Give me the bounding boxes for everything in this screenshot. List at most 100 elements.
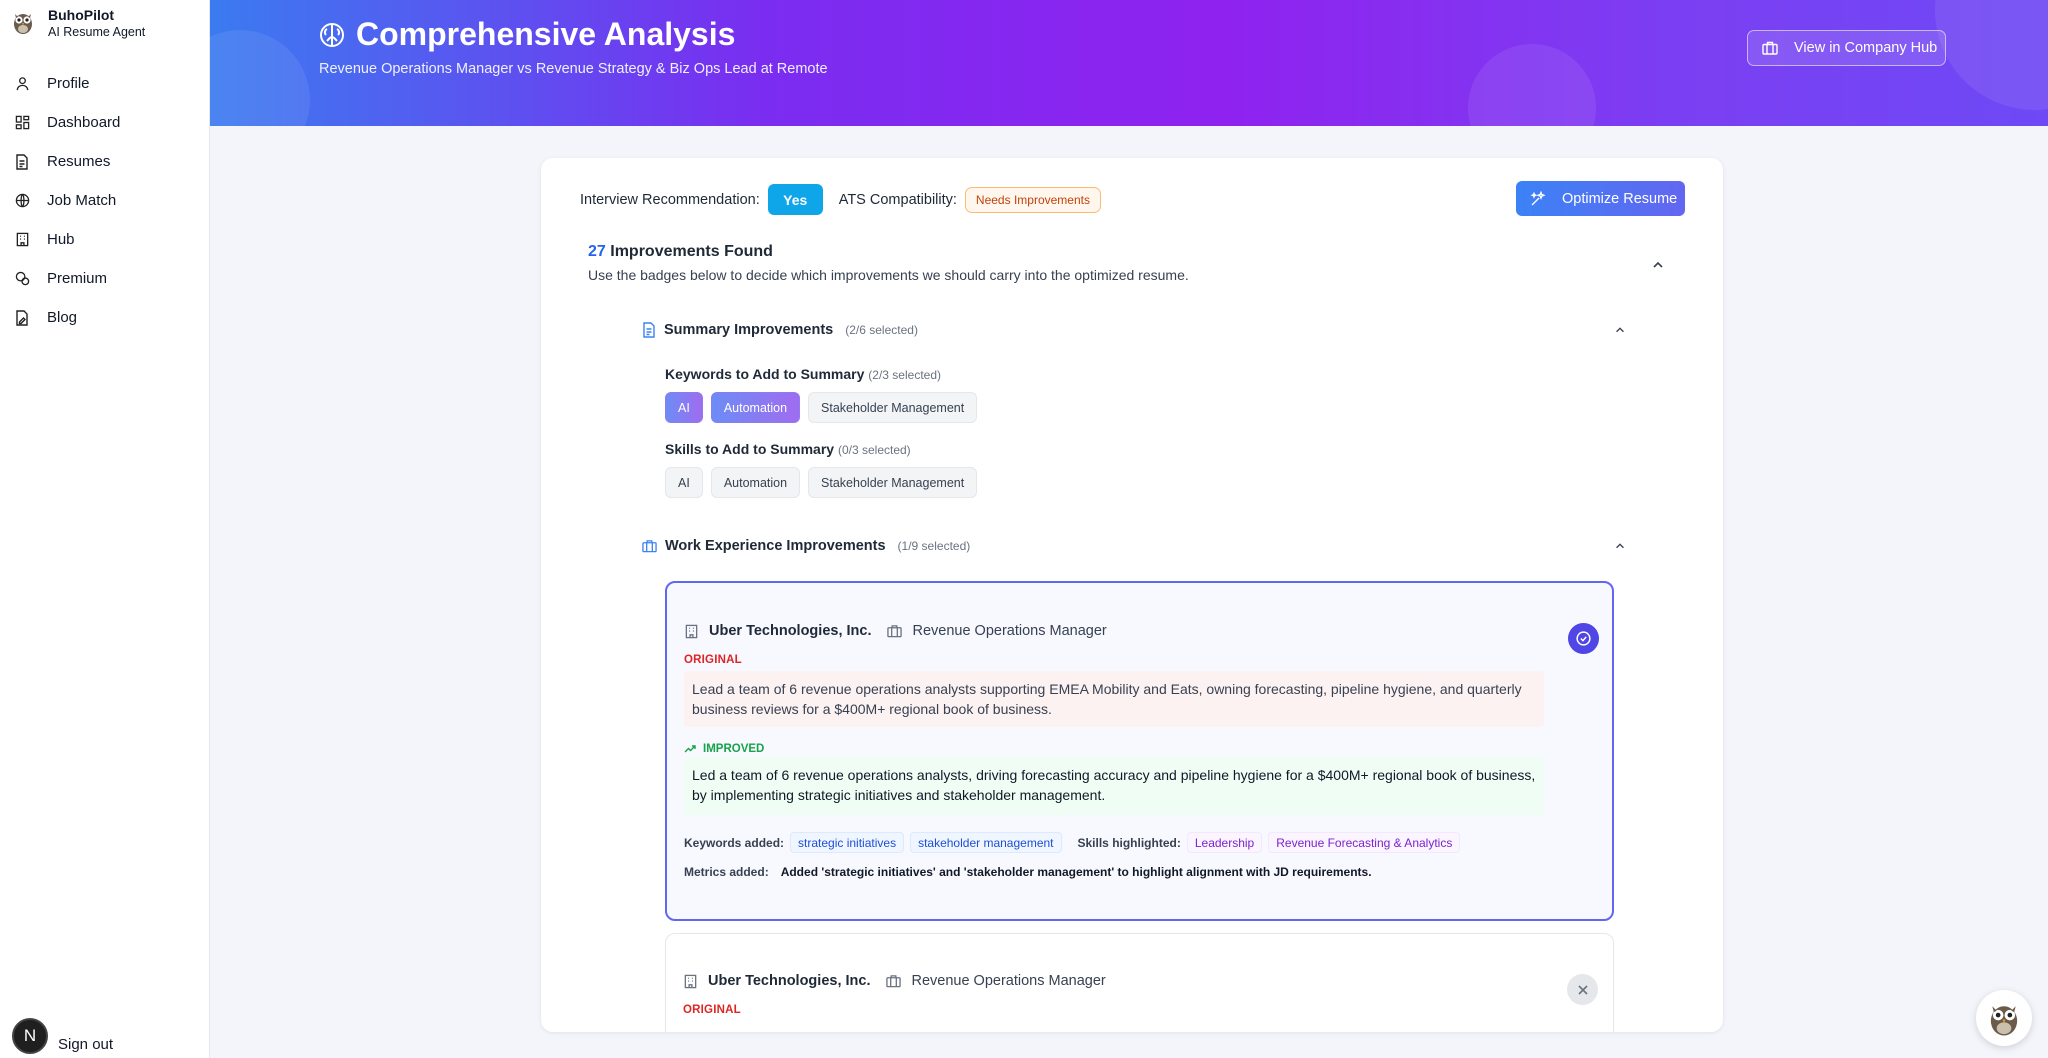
improvements-title: Improvements Found	[610, 243, 773, 260]
sidebar-item-label: Job Match	[47, 192, 117, 209]
sign-out-button[interactable]: N Sign out	[12, 1018, 113, 1054]
work-experience-improvements-selected: (1/9 selected)	[897, 539, 971, 553]
sidebar-item-profile[interactable]: Profile	[0, 64, 209, 103]
metrics-added-row: Metrics added: Added 'strategic initiati…	[684, 865, 1372, 879]
company-name: Uber Technologies, Inc.	[708, 973, 871, 989]
building-icon	[1762, 41, 1778, 55]
interview-recommendation-badge: Yes	[767, 184, 823, 215]
dashboard-icon	[14, 115, 30, 131]
sign-out-label: Sign out	[58, 1035, 114, 1053]
sidebar-item-label: Blog	[47, 309, 78, 326]
sparkles-icon	[1530, 190, 1546, 207]
skill-chip[interactable]: Stakeholder Management	[808, 467, 978, 498]
skill-chip[interactable]: Automation	[710, 467, 801, 498]
keywords-to-add-selected: (2/3 selected)	[868, 368, 941, 382]
keyword-added-chip: stakeholder management	[910, 832, 1062, 853]
keywords-to-add-header: Keywords to Add to Summary (2/3 selected…	[665, 366, 941, 382]
sidebar: BuhoPilot AI Resume Agent Profile Dashbo…	[0, 0, 210, 1058]
company-name: Uber Technologies, Inc.	[709, 623, 872, 639]
assistant-owl-button[interactable]	[1976, 990, 2032, 1046]
experience-header: Uber Technologies, Inc. Revenue Operatio…	[683, 973, 1106, 989]
keywords-chip-row: AI Automation Stakeholder Management	[665, 392, 985, 423]
skills-to-add-title: Skills to Add to Summary	[665, 441, 835, 457]
chevron-up-icon[interactable]	[1651, 258, 1665, 272]
brand[interactable]: BuhoPilot AI Resume Agent	[0, 0, 209, 60]
document-icon	[14, 153, 30, 170]
improved-label: IMPROVED	[703, 743, 765, 755]
sidebar-item-hub[interactable]: Hub	[0, 220, 209, 259]
selected-check-icon[interactable]	[1568, 623, 1599, 654]
improvements-description: Use the badges below to decide which imp…	[588, 267, 1189, 283]
keywords-added-label: Keywords added:	[684, 835, 785, 850]
keyword-added-chip: strategic initiatives	[790, 832, 905, 853]
sidebar-item-resumes[interactable]: Resumes	[0, 142, 209, 181]
view-in-company-hub-button[interactable]: View in Company Hub	[1747, 30, 1946, 66]
sidebar-item-label: Dashboard	[47, 114, 121, 131]
skills-highlighted-label: Skills highlighted:	[1077, 835, 1181, 850]
sidebar-item-job-match[interactable]: Job Match	[0, 181, 209, 220]
building-icon	[683, 974, 698, 989]
chevron-up-icon[interactable]	[1614, 540, 1626, 552]
document-icon	[642, 322, 656, 338]
optimize-resume-button[interactable]: Optimize Resume	[1516, 181, 1685, 216]
avatar[interactable]: N	[12, 1018, 48, 1054]
header-decoration	[1935, 0, 2048, 110]
improvements-count: 27	[588, 243, 606, 260]
keyword-chip[interactable]: Automation	[710, 392, 801, 423]
experience-header: Uber Technologies, Inc. Revenue Operatio…	[684, 623, 1107, 639]
work-experience-improvements-header[interactable]: Work Experience Improvements (1/9 select…	[642, 538, 970, 554]
trending-up-icon	[684, 744, 696, 754]
header-decoration	[1468, 44, 1596, 126]
optimize-resume-label: Optimize Resume	[1562, 190, 1678, 207]
skills-to-add-header: Skills to Add to Summary (0/3 selected)	[665, 441, 911, 457]
page-subtitle: Revenue Operations Manager vs Revenue St…	[319, 61, 828, 77]
briefcase-icon	[887, 624, 903, 638]
keyword-chip[interactable]: Stakeholder Management	[808, 392, 978, 423]
role-title: Revenue Operations Manager	[912, 623, 1107, 639]
metrics-added-text: Added 'strategic initiatives' and 'stake…	[780, 865, 1372, 879]
experience-improvement-card[interactable]: Uber Technologies, Inc. Revenue Operatio…	[665, 581, 1614, 921]
original-label: ORIGINAL	[683, 1004, 741, 1016]
keyword-chip[interactable]: AI	[665, 392, 703, 423]
sidebar-item-label: Resumes	[47, 153, 111, 170]
summary-improvements-header[interactable]: Summary Improvements (2/6 selected)	[642, 322, 918, 338]
sidebar-item-label: Hub	[47, 231, 75, 248]
view-in-company-hub-label: View in Company Hub	[1794, 40, 1938, 56]
metrics-added-label: Metrics added:	[684, 865, 769, 879]
header-decoration	[210, 30, 310, 126]
deselect-x-icon[interactable]	[1567, 974, 1598, 1005]
experience-improvement-card[interactable]: Uber Technologies, Inc. Revenue Operatio…	[665, 933, 1614, 1032]
ats-compatibility-badge: Needs Improvements	[964, 186, 1101, 213]
brain-icon	[318, 21, 346, 49]
owl-logo-icon	[14, 14, 32, 34]
brand-subtitle: AI Resume Agent	[48, 25, 146, 39]
improvements-header: 27 Improvements Found Use the badges bel…	[588, 243, 1189, 283]
brand-name: BuhoPilot	[48, 7, 115, 23]
premium-icon	[14, 271, 30, 287]
sidebar-nav: Profile Dashboard Resumes Job Match Hub …	[0, 64, 209, 337]
chevron-up-icon[interactable]	[1614, 324, 1626, 336]
improved-text: Led a team of 6 revenue operations analy…	[684, 757, 1544, 815]
briefcase-icon	[886, 974, 902, 988]
improved-label-row: IMPROVED	[684, 743, 764, 755]
skill-chip[interactable]: AI	[665, 467, 703, 498]
globe-icon	[14, 193, 30, 209]
sidebar-item-dashboard[interactable]: Dashboard	[0, 103, 209, 142]
interview-recommendation-label: Interview Recommendation:	[580, 191, 760, 208]
blog-icon	[14, 309, 30, 326]
work-experience-improvements-title: Work Experience Improvements	[665, 538, 886, 554]
page-header: Comprehensive Analysis Revenue Operation…	[210, 0, 2048, 126]
sidebar-item-label: Premium	[47, 270, 108, 287]
analysis-status-row: Interview Recommendation: Yes ATS Compat…	[580, 184, 1101, 215]
summary-improvements-selected: (2/6 selected)	[845, 323, 918, 337]
skill-highlighted-chip: Revenue Forecasting & Analytics	[1268, 832, 1461, 853]
original-text: Lead a team of 6 revenue operations anal…	[684, 671, 1544, 727]
analysis-card: Interview Recommendation: Yes ATS Compat…	[541, 158, 1723, 1032]
skills-chip-row: AI Automation Stakeholder Management	[665, 467, 985, 498]
role-title: Revenue Operations Manager	[911, 973, 1106, 989]
skills-to-add-selected: (0/3 selected)	[837, 443, 911, 457]
page-title: Comprehensive Analysis	[318, 16, 735, 53]
summary-improvements-title: Summary Improvements	[664, 322, 834, 338]
sidebar-item-premium[interactable]: Premium	[0, 259, 209, 298]
sidebar-item-blog[interactable]: Blog	[0, 298, 209, 337]
